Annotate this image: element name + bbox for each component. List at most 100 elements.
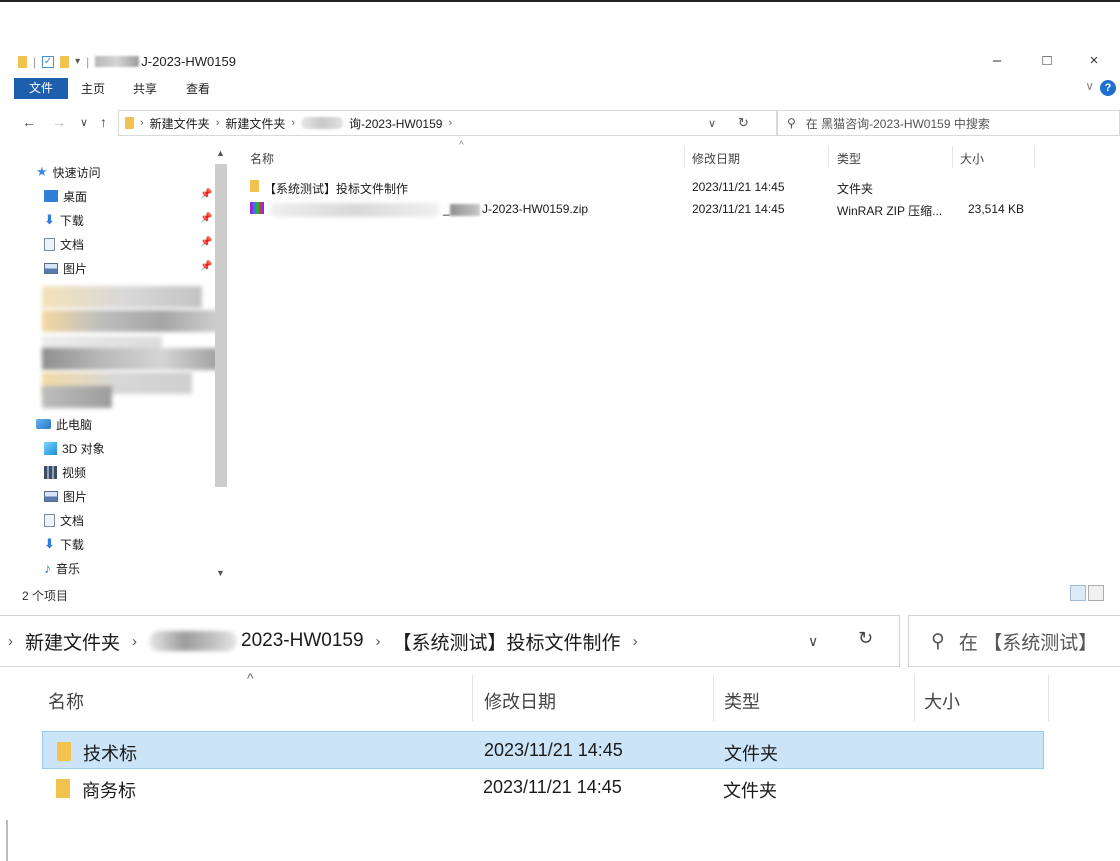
3d-objects-icon [44,441,57,455]
folder-row[interactable]: 商务标 2023/11/21 14:45 文件夹 [42,769,1044,807]
column-header-date[interactable]: 修改日期 [692,150,740,167]
pin-icon[interactable]: 📌 [200,189,212,200]
sidebar-label: 快速访问 [52,165,101,180]
back-button[interactable]: ← [22,114,36,130]
zoomed-address-bar[interactable]: › 新建文件夹 › 2023-HW0159 › 【系统测试】投标文件制作 › [0,615,900,667]
column-header-size[interactable]: 大小 [960,150,984,167]
folder-date: 2023/11/21 14:45 [483,777,622,797]
file-row[interactable]: 【系统测试】投标文件制作 2023/11/21 14:45 文件夹 [250,180,1050,198]
status-item-count: 2 个项目 [22,589,69,603]
file-date: 2023/11/21 14:45 [692,180,785,194]
details-view-icon[interactable] [1070,585,1086,601]
tab-home[interactable]: 主页 [81,80,105,97]
window-title: J-2023-HW0159 [141,54,236,69]
tab-share[interactable]: 共享 [133,80,157,97]
address-bar[interactable]: › 新建文件夹 › 新建文件夹 › 询-2023-HW0159 › [118,110,778,136]
new-folder-icon[interactable] [60,55,70,68]
file-date: 2023/11/21 14:45 [692,202,785,216]
sidebar-this-pc[interactable]: 此电脑 [36,414,92,434]
refresh-button[interactable]: ↻ [858,628,873,649]
column-header-date[interactable]: 修改日期 [484,688,556,714]
search-input[interactable]: ⚲ 在 黑猫咨询-2023-HW0159 中搜索 [776,110,1120,136]
scroll-down-icon[interactable]: ▼ [216,568,225,578]
folder-icon [18,55,27,68]
scroll-up-icon[interactable]: ▲ [216,148,225,158]
breadcrumb-item[interactable]: 2023-HW0159 [241,630,364,652]
minimize-button[interactable]: – [985,52,1009,69]
sidebar-item-pictures[interactable]: 图片 [44,258,87,278]
sidebar-label: 文档 [60,237,85,252]
sidebar-item-documents[interactable]: 文档 [44,234,84,254]
sidebar-quick-access[interactable]: ★ 快速访问 [36,162,101,182]
pin-icon[interactable]: 📌 [200,261,212,272]
ribbon: 文件 主页 共享 查看 ∨ ? [0,78,1120,100]
search-icon: ⚲ [787,116,796,130]
expand-ribbon-icon[interactable]: ∨ [1085,79,1094,93]
sidebar-item-3d-objects[interactable]: 3D 对象 [44,438,105,458]
redacted-item [42,286,202,308]
redacted-path-part [149,631,238,651]
breadcrumb-item[interactable]: 询-2023-HW0159 [349,115,442,132]
sort-caret-icon: ^ [459,140,464,151]
sidebar-item-pictures-pc[interactable]: 图片 [44,486,87,506]
sidebar-label: 桌面 [63,189,88,204]
folder-row-selected[interactable]: 技术标 2023/11/21 14:45 文件夹 [42,731,1044,769]
scrollbar-thumb[interactable] [215,164,227,487]
tab-view[interactable]: 查看 [186,80,210,97]
video-icon [44,465,57,479]
file-name: J-2023-HW0159.zip [482,202,589,216]
breadcrumb-item[interactable]: 新建文件夹 [225,115,285,132]
download-icon: ⬇ [44,212,55,227]
column-header-size[interactable]: 大小 [924,688,960,714]
up-button[interactable]: ↑ [100,114,107,130]
properties-icon[interactable]: ✓ [42,55,55,68]
maximize-button[interactable]: □ [1035,52,1059,69]
download-icon: ⬇ [44,536,55,551]
document-icon [44,513,55,527]
column-header-name[interactable]: 名称 [48,688,84,714]
folder-name: 商务标 [82,781,136,801]
redacted-filename-part [450,203,480,216]
view-toggle [1070,585,1104,601]
window-edge [6,820,8,861]
redacted-path-part [301,117,344,129]
breadcrumb-item[interactable]: 【系统测试】投标文件制作 [393,628,621,655]
help-icon[interactable]: ? [1100,80,1116,96]
refresh-button[interactable]: ↻ [738,115,749,131]
folder-icon [57,741,71,761]
address-dropdown[interactable]: ∨ [708,117,716,130]
close-button[interactable]: × [1082,52,1106,69]
large-icons-view-icon[interactable] [1088,585,1104,601]
column-header-name[interactable]: 名称 [250,150,274,167]
redacted-filename-part [270,202,440,217]
breadcrumb-item[interactable]: 新建文件夹 [25,628,120,655]
customize-toolbar-icon[interactable]: ▾ [75,56,80,67]
pin-icon[interactable]: 📌 [200,213,212,224]
sidebar-item-downloads[interactable]: ⬇ 下载 [44,210,84,230]
recent-locations-button[interactable]: ∨ [80,116,88,129]
sidebar-label: 图片 [63,261,88,276]
winrar-zip-icon [250,202,264,214]
sidebar-item-music[interactable]: ♪ 音乐 [44,558,80,578]
quick-access-toolbar: | ✓ ▾ | J-2023-HW0159 [18,54,236,69]
folder-type: 文件夹 [724,744,778,764]
search-text: 在 【系统测试】 [958,632,1098,654]
tab-file[interactable]: 文件 [14,78,68,99]
breadcrumb-item[interactable]: 新建文件夹 [150,115,210,132]
forward-button[interactable]: → [52,114,66,130]
sidebar-item-desktop[interactable]: 桌面 [44,186,87,206]
zoomed-search-input[interactable]: ⚲ 在 【系统测试】 [908,615,1120,667]
file-row[interactable]: _ J-2023-HW0159.zip 2023/11/21 14:45 Win… [250,202,1050,220]
address-dropdown[interactable]: ∨ [808,633,818,650]
file-name-prefix: _ [443,202,450,216]
folder-icon [56,778,70,798]
column-header-type[interactable]: 类型 [837,150,861,167]
sidebar-scrollbar[interactable]: ▲ ▼ [214,148,228,578]
sidebar-label: 图片 [63,489,88,504]
pin-icon[interactable]: 📌 [200,237,212,248]
column-header-type[interactable]: 类型 [724,688,760,714]
sidebar-item-documents-pc[interactable]: 文档 [44,510,84,530]
sidebar-item-downloads-pc[interactable]: ⬇ 下载 [44,534,84,554]
sidebar-item-videos[interactable]: 视频 [44,462,86,482]
sidebar-label: 下载 [59,213,84,228]
